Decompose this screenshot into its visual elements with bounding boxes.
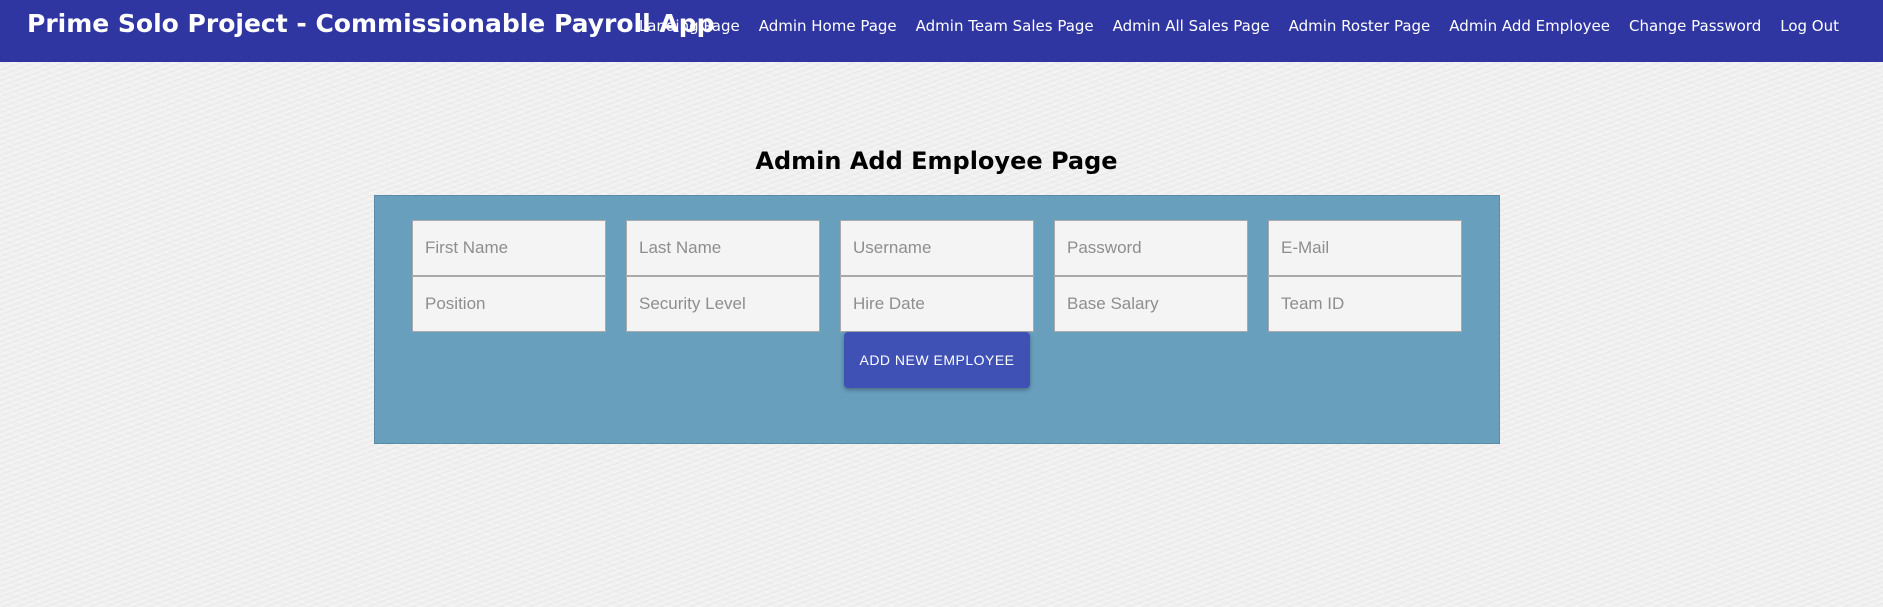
base-salary-input[interactable]	[1054, 276, 1248, 332]
email-input[interactable]	[1268, 220, 1462, 276]
username-input[interactable]	[840, 220, 1034, 276]
nav-link-landing-page[interactable]: Landing Page	[639, 14, 740, 38]
position-input[interactable]	[412, 276, 606, 332]
security-level-input[interactable]	[626, 276, 820, 332]
first-name-input[interactable]	[412, 220, 606, 276]
nav-link-change-password[interactable]: Change Password	[1629, 14, 1761, 38]
nav-link-admin-home-page[interactable]: Admin Home Page	[759, 14, 897, 38]
nav-link-admin-all-sales-page[interactable]: Admin All Sales Page	[1113, 14, 1270, 38]
top-navbar: Prime Solo Project - Commissionable Payr…	[0, 0, 1883, 62]
password-input[interactable]	[1054, 220, 1248, 276]
page-title: Admin Add Employee Page	[755, 147, 1118, 175]
app-title: Prime Solo Project - Commissionable Payr…	[27, 9, 715, 38]
nav-links: Landing Page Admin Home Page Admin Team …	[639, 14, 1839, 38]
nav-link-log-out[interactable]: Log Out	[1780, 14, 1839, 38]
team-id-input[interactable]	[1268, 276, 1462, 332]
last-name-input[interactable]	[626, 220, 820, 276]
add-new-employee-button[interactable]: ADD NEW EMPLOYEE	[844, 332, 1030, 388]
nav-link-admin-team-sales-page[interactable]: Admin Team Sales Page	[916, 14, 1094, 38]
hire-date-input[interactable]	[840, 276, 1034, 332]
nav-link-admin-roster-page[interactable]: Admin Roster Page	[1289, 14, 1431, 38]
nav-link-admin-add-employee[interactable]: Admin Add Employee	[1449, 14, 1610, 38]
add-employee-form: ADD NEW EMPLOYEE	[374, 195, 1500, 444]
